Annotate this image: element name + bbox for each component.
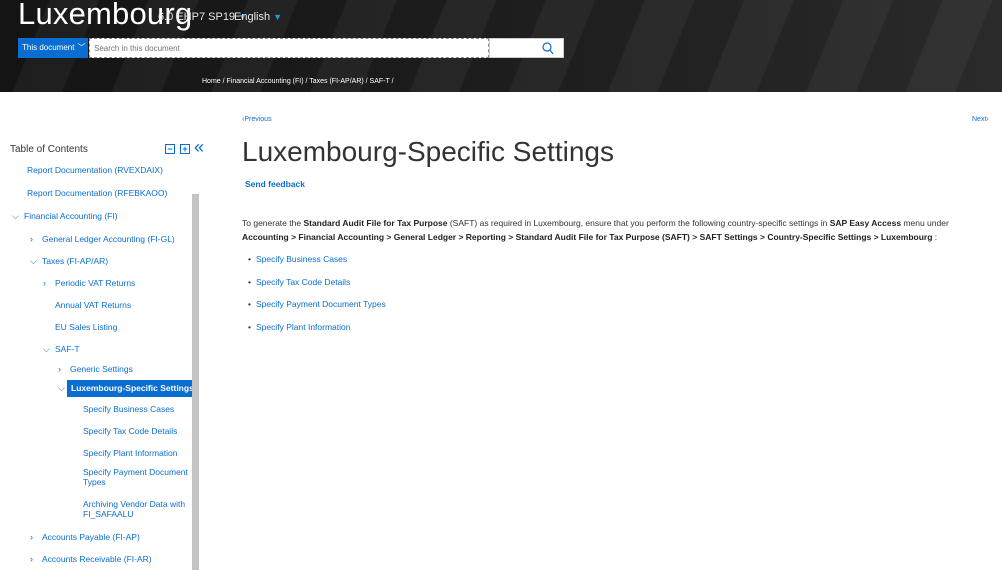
intro-paragraph: To generate the Standard Audit File for …: [242, 216, 1002, 244]
document-content: ‹Previous Next› Luxembourg-Specific Sett…: [202, 92, 1002, 570]
list-item: • Specify Plant Information: [248, 322, 386, 345]
toc-item[interactable]: › Periodic VAT Returns: [43, 278, 135, 288]
bullet-icon: •: [248, 254, 251, 264]
toc-item[interactable]: Specify Tax Code Details: [83, 426, 177, 436]
page-title: Luxembourg-Specific Settings: [242, 136, 614, 167]
bullet-icon: •: [248, 276, 251, 287]
toc-item-selected[interactable]: ⌵ Luxembourg-Specific Settings: [58, 380, 194, 397]
breadcrumb[interactable]: Home / Financial Accounting (FI) / Taxes…: [202, 78, 394, 85]
toc-item[interactable]: › General Ledger Accounting (FI-GL): [30, 234, 175, 244]
chevron-right-icon[interactable]: ›: [30, 532, 42, 542]
toc-item-label: Specify Plant Information: [83, 448, 178, 458]
toc-item-label: Accounts Receivable (FI-AR): [42, 554, 152, 564]
language-label: English: [234, 11, 271, 23]
expand-all-icon[interactable]: +: [180, 144, 190, 154]
settings-link[interactable]: Specify Payment Document Types: [256, 299, 386, 309]
toc-item[interactable]: Archiving Vendor Data with FI_SAFAALU: [83, 499, 191, 519]
toc-item-label: Luxembourg-Specific Settings: [67, 380, 194, 397]
caret-down-icon: ▼: [273, 12, 282, 22]
chevron-right-icon[interactable]: ›: [43, 278, 55, 288]
toc-item[interactable]: › Accounts Payable (FI-AP): [30, 532, 140, 542]
settings-link-list: • Specify Business Cases • Specify Tax Cod…: [248, 254, 386, 345]
toc-item-label: Annual VAT Returns: [55, 300, 132, 310]
chevron-right-icon[interactable]: ›: [30, 554, 42, 564]
toc-item-label: Financial Accounting (FI): [24, 211, 118, 221]
toc-item-label: Generic Settings: [70, 364, 133, 374]
list-item: • Specify Payment Document Types: [248, 299, 386, 322]
toc-item[interactable]: › Accounts Receivable (FI-AR): [30, 554, 152, 564]
toc-item[interactable]: Report Documentation (RVEXDAIX): [27, 165, 163, 175]
chevron-right-icon[interactable]: ›: [30, 234, 42, 244]
toc-item[interactable]: Specify Business Cases: [83, 404, 174, 414]
toc-item-label: Taxes (FI-AP/AR): [42, 256, 109, 266]
language-selector[interactable]: English ▼: [234, 11, 282, 23]
intro-text: menu under: [901, 218, 949, 228]
send-feedback-link[interactable]: Send feedback: [245, 179, 305, 189]
search-icon: [542, 42, 554, 55]
toc-item-label: Specify Business Cases: [83, 404, 175, 414]
toc-item-label: Specify Tax Code Details: [83, 426, 178, 436]
list-item: • Specify Business Cases: [248, 254, 386, 277]
chevron-right-icon[interactable]: ›: [58, 364, 70, 374]
toc-item[interactable]: ⌵ SAF-T: [43, 344, 80, 355]
search-input[interactable]: [89, 38, 489, 58]
toc-item[interactable]: Report Documentation (RFEBKAOO): [27, 188, 167, 198]
toc-item-label: Report Documentation (RFEBKAOO): [27, 188, 168, 198]
chevron-down-icon[interactable]: ⌵: [12, 211, 24, 222]
intro-text: To generate the: [242, 218, 304, 228]
next-link[interactable]: Next›: [972, 116, 989, 123]
chevron-down-icon[interactable]: ⌵: [43, 344, 55, 355]
chevron-down-icon[interactable]: ⌵: [30, 256, 42, 267]
toc-item[interactable]: Specify Plant Information: [83, 448, 178, 458]
toc-item[interactable]: EU Sales Listing: [55, 322, 117, 332]
toc-item-label: Accounts Payable (FI-AP): [42, 532, 140, 542]
toc-item-label: General Ledger Accounting (FI-GL): [42, 234, 175, 244]
toc-item[interactable]: › Generic Settings: [58, 364, 133, 374]
search-scope-dropdown[interactable]: This document ﹀: [18, 38, 88, 58]
toc-item[interactable]: ⌵ Taxes (FI-AP/AR): [30, 256, 108, 267]
toc-item-label: Report Documentation (RVEXDAIX): [27, 165, 163, 175]
toc-title: Table of Contents: [10, 144, 88, 155]
settings-link[interactable]: Specify Tax Code Details: [256, 277, 350, 287]
search-button[interactable]: [489, 38, 564, 58]
settings-link[interactable]: Specify Business Cases: [256, 254, 347, 264]
toc-scrollbar[interactable]: [192, 194, 199, 570]
intro-bold-term: Standard Audit File for Tax Purpose: [303, 218, 448, 228]
toc-item-label: EU Sales Listing: [55, 322, 118, 332]
toc-item-label: Archiving Vendor Data with FI_SAFAALU: [83, 499, 186, 519]
menu-path: Accounting > Financial Accounting > Gene…: [242, 232, 933, 242]
bullet-icon: •: [248, 299, 251, 310]
bullet-icon: •: [248, 322, 251, 333]
previous-link[interactable]: ‹Previous: [242, 116, 272, 123]
settings-link[interactable]: Specify Plant Information: [256, 322, 351, 332]
intro-bold-term: SAP Easy Access: [829, 218, 902, 228]
toc-item[interactable]: Annual VAT Returns: [55, 300, 131, 310]
toc-header: Table of Contents − + «: [10, 138, 204, 158]
search-scope-label: This document: [22, 43, 75, 52]
toc-item[interactable]: ⌵ Financial Accounting (FI): [12, 211, 118, 222]
intro-text: (SAFT) as required in Luxembourg, ensure…: [447, 218, 830, 228]
top-header: Luxembourg 6.0 EHP7 SP19 ▼ English ▼ This …: [0, 0, 1002, 92]
toc-item-label: SAF-T: [55, 344, 80, 354]
version-label: 6.0 EHP7 SP19: [158, 11, 236, 23]
toc-item[interactable]: Specify Payment Document Types: [83, 467, 191, 487]
table-of-contents: Table of Contents − + « Report Documenta…: [0, 92, 204, 570]
toc-item-label: Specify Payment Document Types: [83, 467, 188, 487]
toc-item-label: Periodic VAT Returns: [55, 278, 136, 288]
chevron-down-icon: ﹀: [77, 43, 86, 52]
collapse-all-icon[interactable]: −: [165, 144, 175, 154]
intro-text: :: [932, 232, 938, 242]
list-item: • Specify Tax Code Details: [248, 277, 386, 300]
